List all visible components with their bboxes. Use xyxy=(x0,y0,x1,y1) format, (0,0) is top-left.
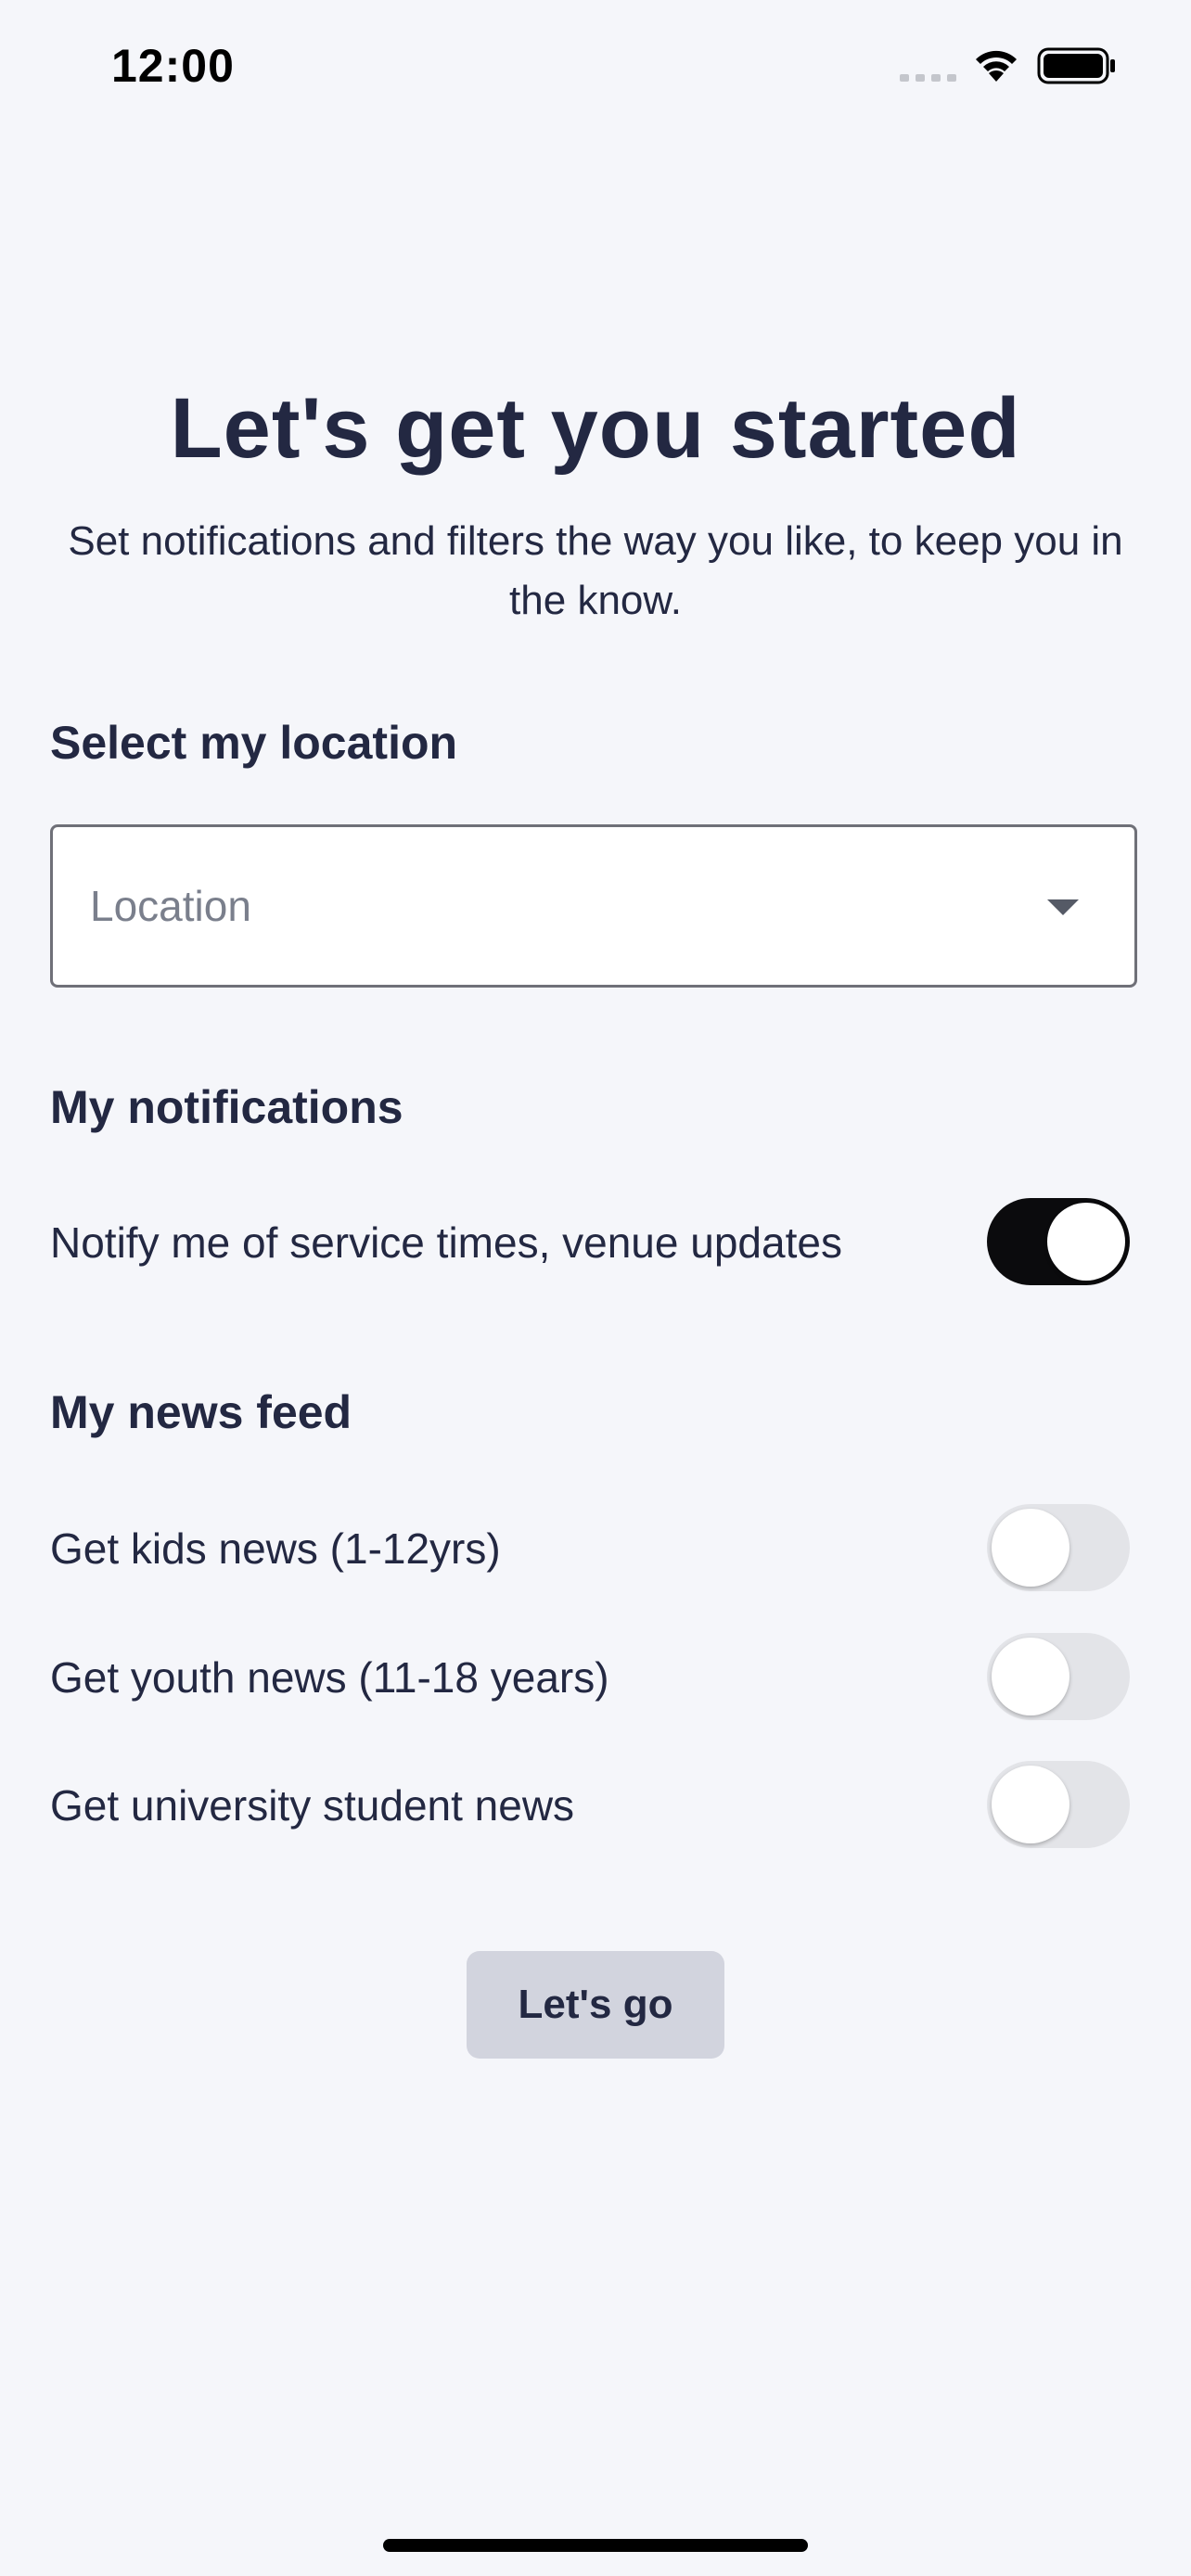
notifications-section-heading: My notifications xyxy=(50,1081,403,1133)
toggle-knob xyxy=(1047,1203,1125,1281)
news-row-university: Get university student news xyxy=(50,1761,1130,1850)
kids-news-toggle[interactable] xyxy=(987,1504,1130,1591)
location-select[interactable]: Location xyxy=(50,824,1137,988)
toggle-knob xyxy=(992,1509,1069,1587)
battery-icon xyxy=(1037,47,1115,84)
location-section-heading: Select my location xyxy=(50,717,458,769)
toggle-label: Get youth news (11-18 years) xyxy=(50,1653,609,1702)
lets-go-button[interactable]: Let's go xyxy=(467,1951,724,2059)
status-bar: 12:00 xyxy=(0,0,1191,130)
page-title: Let's get you started xyxy=(170,381,1021,476)
wifi-icon xyxy=(976,50,1017,82)
location-placeholder: Location xyxy=(90,882,251,930)
toggle-knob xyxy=(992,1638,1069,1715)
notification-row-service-times: Notify me of service times, venue update… xyxy=(50,1198,1130,1287)
youth-news-toggle[interactable] xyxy=(987,1633,1130,1720)
toggle-label: Get university student news xyxy=(50,1781,575,1830)
service-times-toggle[interactable] xyxy=(987,1198,1130,1285)
university-news-toggle[interactable] xyxy=(987,1761,1130,1848)
status-time: 12:00 xyxy=(111,40,235,92)
toggle-label: Notify me of service times, venue update… xyxy=(50,1218,842,1267)
chevron-down-icon xyxy=(1047,899,1079,915)
news-row-youth: Get youth news (11-18 years) xyxy=(50,1633,1130,1722)
home-indicator xyxy=(383,2539,808,2552)
toggle-knob xyxy=(992,1766,1069,1843)
news-row-kids: Get kids news (1-12yrs) xyxy=(50,1504,1130,1593)
page-subtitle: Set notifications and filters the way yo… xyxy=(68,518,1123,623)
news-feed-section-heading: My news feed xyxy=(50,1386,352,1438)
cellular-signal-icon xyxy=(900,74,956,82)
toggle-label: Get kids news (1-12yrs) xyxy=(50,1524,501,1573)
